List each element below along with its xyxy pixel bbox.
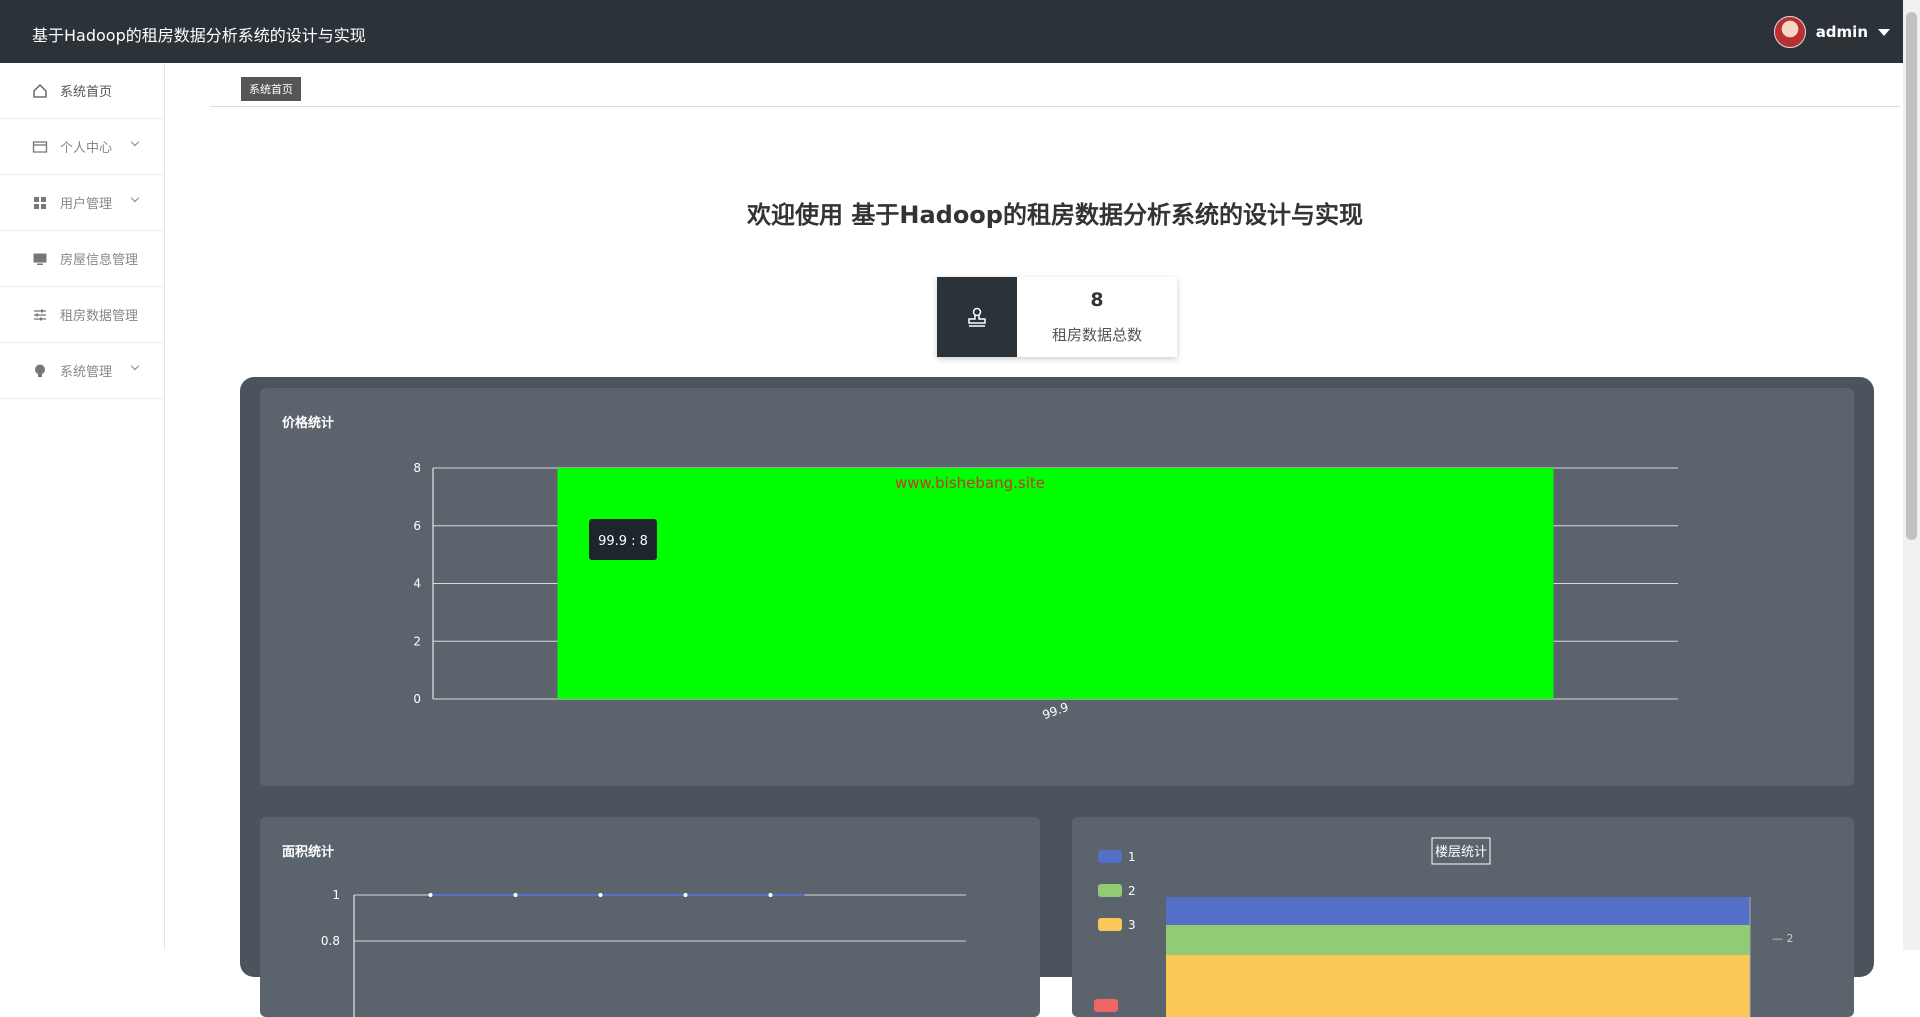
legend-swatch <box>1098 918 1122 931</box>
page-scrollbar[interactable] <box>1903 0 1920 950</box>
stat-card-total-rentals: 8 租房数据总数 <box>937 277 1177 357</box>
watermark-text: www.bishebang.site <box>895 474 1045 492</box>
sidebar-item-label: 用户管理 <box>60 197 113 212</box>
wallet-icon <box>32 139 48 155</box>
data-point <box>428 893 433 897</box>
user-menu[interactable]: admin <box>1773 16 1890 48</box>
stat-value: 8 <box>1090 289 1104 311</box>
page-title: 欢迎使用 基于Hadoop的租房数据分析系统的设计与实现 <box>747 201 1363 229</box>
y-tick-label: 6 <box>413 519 421 533</box>
sidebar-item-label: 系统首页 <box>60 85 113 100</box>
price-chart-panel: 价格统计 0 2 4 6 8 99.9 www.bishebang.site 99.9 : 8 <box>260 388 1854 786</box>
sidebar-item-label: 系统管理 <box>60 365 113 380</box>
y-tick-label: 2 <box>413 634 421 648</box>
sidebar-item-label: 租房数据管理 <box>60 309 139 324</box>
bulb-icon <box>32 363 48 379</box>
y-tick-label: 0 <box>413 692 421 706</box>
floor-chart[interactable]: 楼层统计 1 2 3 — 2 <box>1072 817 1854 1017</box>
caret-down-icon[interactable] <box>1878 28 1890 36</box>
username-label[interactable]: admin <box>1816 23 1868 41</box>
bar <box>1166 897 1750 925</box>
y-tick-label: 8 <box>413 461 421 475</box>
sidebar-item-house-info[interactable]: 房屋信息管理 <box>0 231 164 287</box>
y-tick-label: 0.8 <box>321 934 340 948</box>
monitor-icon <box>32 251 48 267</box>
app-title: 基于Hadoop的租房数据分析系统的设计与实现 <box>32 26 366 45</box>
breadcrumb: 系统首页 <box>210 72 1900 107</box>
legend-label: 2 <box>1128 884 1136 898</box>
sidebar-item-system[interactable]: 系统管理 <box>0 343 164 399</box>
sidebar: 系统首页 个人中心 用户管理 房屋信息管理 租房数据管理 系统管理 <box>0 63 165 950</box>
sidebar-item-label: 房屋信息管理 <box>60 253 139 268</box>
data-point <box>513 893 518 897</box>
y-tick-label: — 2 <box>1772 932 1794 945</box>
breadcrumb-tag-home[interactable]: 系统首页 <box>241 77 301 101</box>
stamp-icon <box>937 277 1017 357</box>
y-tick-label: 4 <box>413 577 421 591</box>
data-point <box>768 893 773 897</box>
data-point <box>598 893 603 897</box>
grid-icon <box>32 195 48 211</box>
legend-swatch <box>1098 850 1122 863</box>
sidebar-item-users[interactable]: 用户管理 <box>0 175 164 231</box>
sliders-icon <box>32 307 48 323</box>
legend-label: 3 <box>1128 918 1136 932</box>
sidebar-item-personal[interactable]: 个人中心 <box>0 119 164 175</box>
bar <box>557 468 1554 699</box>
area-chart[interactable]: 10.8 <box>260 817 1040 1017</box>
chevron-down-icon <box>130 361 140 371</box>
bar <box>1166 925 1750 955</box>
top-navbar: 基于Hadoop的租房数据分析系统的设计与实现 admin <box>0 0 1920 63</box>
tooltip-text: 99.9 : 8 <box>598 534 648 549</box>
sidebar-item-label: 个人中心 <box>60 141 113 156</box>
x-tick-label: 99.9 <box>1041 700 1071 722</box>
data-point <box>683 893 688 897</box>
chevron-down-icon <box>130 193 140 203</box>
area-chart-panel: 面积统计 1 0.8 <box>260 817 1040 1017</box>
legend-swatch <box>1098 884 1122 897</box>
stat-label: 租房数据总数 <box>1051 326 1142 344</box>
legend-swatch <box>1094 999 1118 1012</box>
home-icon <box>32 83 48 99</box>
legend-label: 1 <box>1128 850 1136 864</box>
price-chart[interactable]: 0 2 4 6 8 99.9 www.bishebang.site 99.9 : 8 <box>260 388 1854 786</box>
scrollbar-thumb[interactable] <box>1906 12 1917 540</box>
sidebar-item-home[interactable]: 系统首页 <box>0 63 164 119</box>
floor-chart-panel: 楼层统计 1 2 3 — 2 <box>1072 817 1854 1017</box>
sidebar-item-rental-data[interactable]: 租房数据管理 <box>0 287 164 343</box>
chart-title: 楼层统计 <box>1435 845 1487 860</box>
y-tick-label: 1 <box>332 888 340 902</box>
dashboard-area: 价格统计 0 2 4 6 8 99.9 www.bishebang.site 99.9 : 8… <box>240 377 1874 1017</box>
bar <box>1166 955 1750 1017</box>
chevron-down-icon <box>130 137 140 147</box>
user-avatar[interactable] <box>1773 16 1806 48</box>
